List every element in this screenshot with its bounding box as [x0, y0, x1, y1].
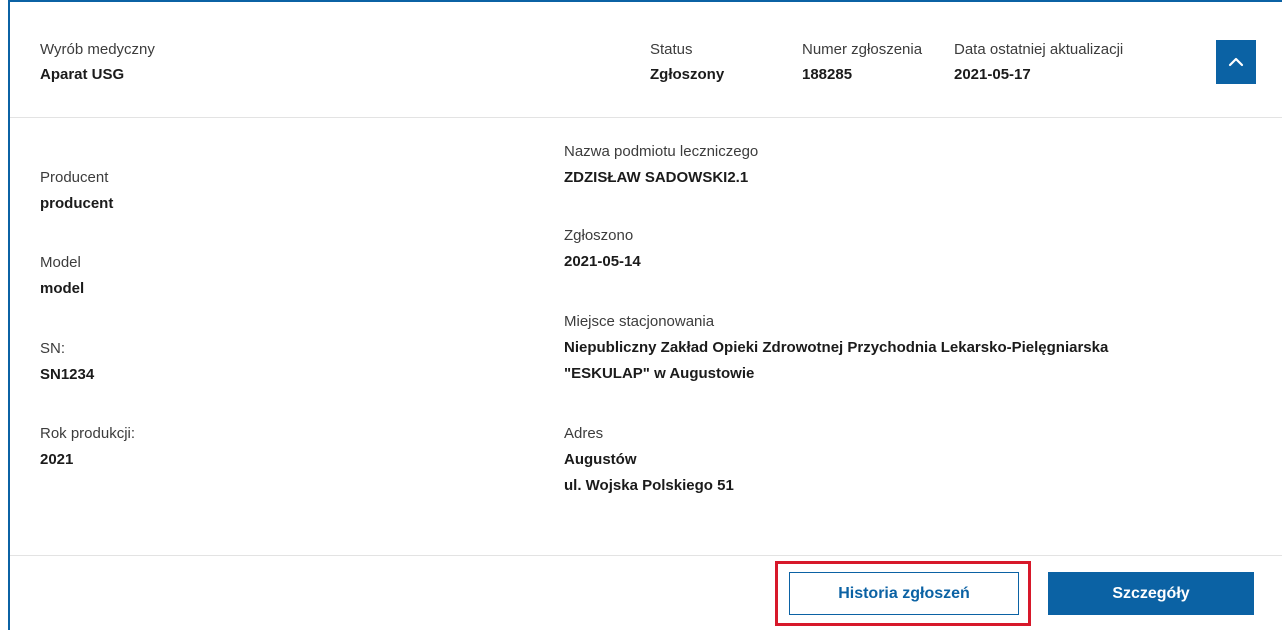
address-field: Adres Augustów ul. Wojska Polskiego 51 — [564, 424, 734, 499]
model-value: model — [40, 280, 85, 297]
collapse-button[interactable] — [1216, 40, 1256, 84]
production-year-label: Rok produkcji: — [40, 425, 136, 442]
sn-value: SN1234 — [40, 366, 95, 383]
production-year-value: 2021 — [40, 451, 74, 468]
location-line-2: "ESKULAP" w Augustowie — [564, 365, 755, 382]
location-field: Miejsce stacjonowania Niepubliczny Zakła… — [564, 312, 1264, 387]
location-value: Niepubliczny Zakład Opieki Zdrowotnej Pr… — [564, 335, 1264, 387]
report-number-value: 188285 — [802, 66, 853, 83]
status-value: Zgłoszony — [650, 66, 725, 83]
last-update-field: Data ostatniej aktualizacji 2021-05-17 — [954, 40, 1123, 85]
address-line-2: ul. Wojska Polskiego 51 — [564, 477, 734, 494]
reported-date-label: Zgłoszono — [564, 227, 634, 244]
details-button[interactable]: Szczegóły — [1048, 572, 1254, 615]
reported-date-value: 2021-05-14 — [564, 253, 641, 270]
device-report-card: Wyrób medyczny Aparat USG Status Zgłoszo… — [8, 0, 1282, 630]
producer-value: producent — [40, 195, 114, 212]
facility-name-value: ZDZISŁAW SADOWSKI2.1 — [564, 169, 749, 186]
address-line-1: Augustów — [564, 451, 637, 468]
device-field: Wyrób medyczny Aparat USG — [40, 40, 155, 85]
status-label: Status — [650, 41, 693, 58]
producer-label: Producent — [40, 169, 109, 186]
card-header: Wyrób medyczny Aparat USG Status Zgłoszo… — [10, 2, 1282, 118]
report-number-label: Numer zgłoszenia — [802, 41, 923, 58]
status-field: Status Zgłoszony — [650, 40, 724, 85]
card-footer: Historia zgłoszeń Szczegóły — [10, 555, 1282, 630]
report-number-field: Numer zgłoszenia 188285 — [802, 40, 922, 85]
location-line-1: Niepubliczny Zakład Opieki Zdrowotnej Pr… — [564, 339, 1109, 356]
producer-field: Producent producent — [40, 168, 113, 214]
model-label: Model — [40, 254, 81, 271]
card-body: Producent producent Model model SN: SN12… — [10, 118, 1282, 555]
production-year-field: Rok produkcji: 2021 — [40, 424, 135, 470]
facility-name-label: Nazwa podmiotu leczniczego — [564, 143, 759, 160]
location-label: Miejsce stacjonowania — [564, 313, 715, 330]
device-label: Wyrób medyczny — [40, 41, 155, 58]
chevron-up-icon — [1228, 57, 1244, 67]
sn-label: SN: — [40, 340, 66, 357]
device-value: Aparat USG — [40, 66, 125, 83]
reported-date-field: Zgłoszono 2021-05-14 — [564, 226, 641, 272]
facility-name-field: Nazwa podmiotu leczniczego ZDZISŁAW SADO… — [564, 142, 758, 188]
model-field: Model model — [40, 253, 84, 299]
last-update-label: Data ostatniej aktualizacji — [954, 41, 1124, 58]
address-value: Augustów ul. Wojska Polskiego 51 — [564, 447, 734, 499]
sn-field: SN: SN1234 — [40, 339, 94, 385]
history-button[interactable]: Historia zgłoszeń — [789, 572, 1019, 615]
address-label: Adres — [564, 425, 604, 442]
last-update-value: 2021-05-17 — [954, 66, 1031, 83]
